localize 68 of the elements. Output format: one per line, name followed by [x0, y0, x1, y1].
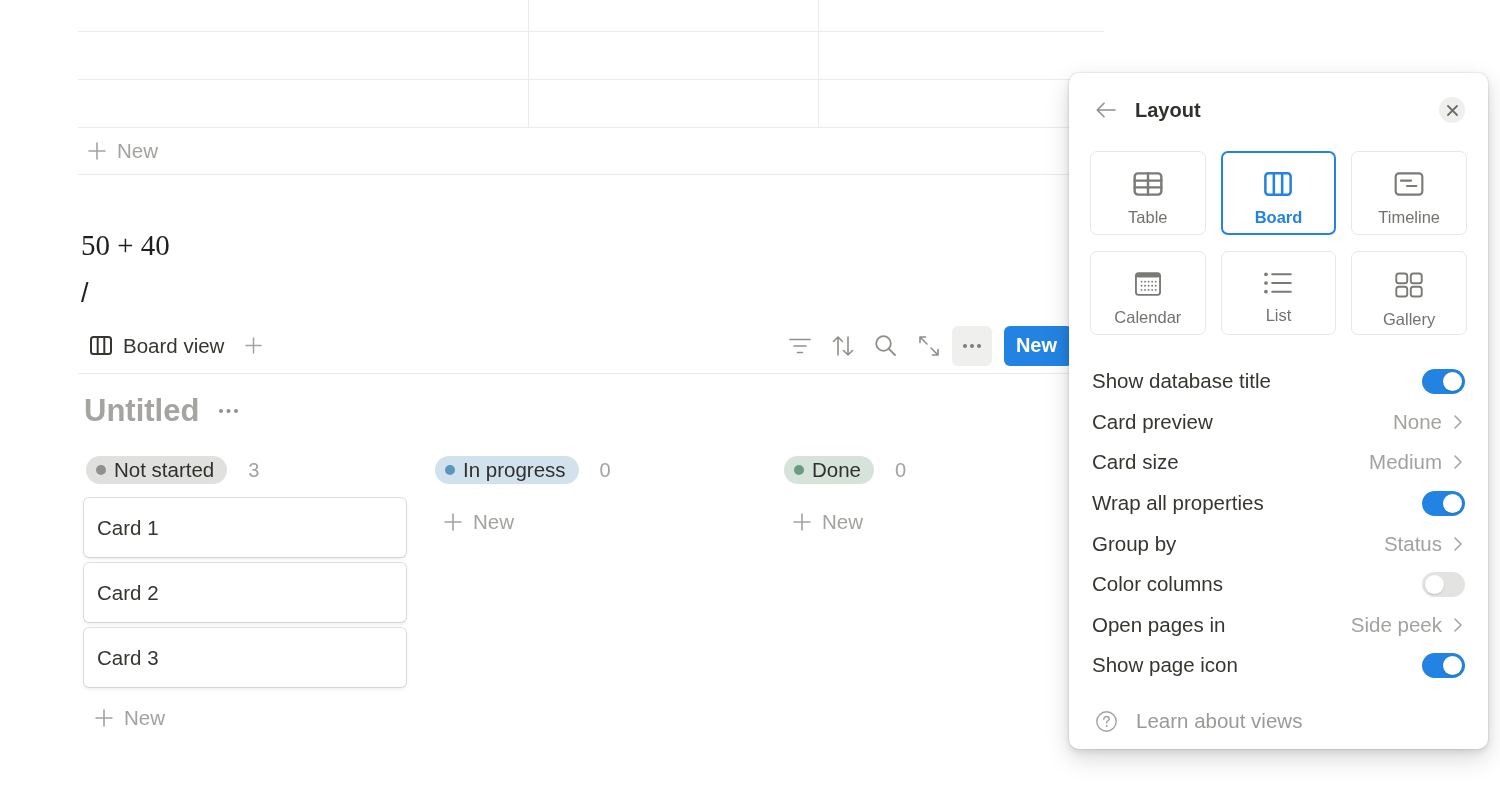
status-label: Not started — [114, 457, 215, 483]
toggle-switch[interactable] — [1422, 571, 1465, 597]
chevron-right-icon[interactable] — [1454, 536, 1462, 551]
board-card[interactable]: Card 3 — [84, 628, 406, 687]
gallery-icon — [1395, 272, 1424, 298]
group-count: 0 — [895, 458, 907, 482]
toggle-switch[interactable] — [1422, 652, 1465, 678]
search-icon[interactable] — [875, 335, 897, 356]
math-equation: 50 + 40 — [80, 228, 170, 263]
setting-label: Color columns — [1092, 572, 1224, 597]
setting-value[interactable]: Status — [1383, 531, 1442, 556]
board-card[interactable]: Card 1 — [84, 498, 406, 557]
setting-value[interactable]: Medium — [1369, 450, 1442, 475]
back-arrow-icon[interactable] — [1096, 102, 1116, 118]
new-card-button[interactable]: New — [95, 702, 165, 734]
close-icon — [1446, 104, 1458, 116]
status-label: In progress — [463, 457, 566, 483]
layout-option[interactable]: Gallery — [1351, 251, 1467, 335]
setting-label: Group by — [1092, 531, 1177, 556]
setting-label: Wrap all properties — [1092, 491, 1264, 516]
chevron-right-icon[interactable] — [1454, 414, 1462, 429]
new-card-button[interactable]: New — [444, 506, 514, 538]
toggle-switch[interactable] — [1422, 368, 1465, 394]
table-icon — [1132, 172, 1163, 196]
setting-value[interactable]: None — [1393, 409, 1442, 434]
plus-icon[interactable] — [95, 709, 113, 727]
view-tab[interactable]: Board view — [90, 332, 225, 359]
chevron-right-icon[interactable] — [1454, 455, 1462, 470]
paragraph-text: / — [80, 277, 89, 310]
sort-icon[interactable] — [831, 334, 854, 357]
more-icon[interactable] — [962, 343, 981, 348]
layout-option[interactable]: List — [1220, 251, 1337, 335]
setting-label: Card preview — [1092, 409, 1213, 434]
status-label: Done — [812, 457, 861, 483]
close-button[interactable] — [1439, 97, 1465, 123]
help-link[interactable]: Learn about views — [1136, 709, 1303, 733]
board-icon — [1264, 172, 1293, 196]
group-count: 3 — [248, 458, 260, 482]
list-icon — [1264, 272, 1293, 294]
setting-label: Open pages in — [1092, 612, 1226, 637]
layout-option[interactable]: Table — [1090, 151, 1206, 235]
toggle-switch[interactable] — [1422, 490, 1465, 516]
more-button[interactable] — [951, 325, 992, 366]
layout-option[interactable]: Calendar — [1090, 251, 1206, 335]
filter-icon[interactable] — [788, 337, 811, 354]
help-icon — [1096, 710, 1117, 732]
setting-label: Card size — [1092, 450, 1179, 475]
new-card-button[interactable]: New — [793, 506, 863, 538]
setting-value[interactable]: Side peek — [1350, 612, 1442, 637]
setting-label: Show database title — [1092, 369, 1271, 394]
plus-icon[interactable] — [793, 513, 811, 531]
calendar-icon — [1134, 272, 1161, 296]
setting-label: Show page icon — [1092, 653, 1238, 678]
panel-title: Layout — [1135, 98, 1201, 122]
new-row-button[interactable]: New — [88, 135, 158, 167]
layout-option[interactable]: Timeline — [1351, 151, 1467, 235]
chevron-right-icon[interactable] — [1454, 617, 1462, 632]
board-icon — [90, 336, 112, 355]
timeline-icon — [1394, 172, 1425, 196]
plus-icon[interactable] — [245, 337, 263, 354]
layout-option[interactable]: Board — [1220, 151, 1337, 235]
database-title: Untitled — [84, 393, 200, 429]
plus-icon[interactable] — [88, 142, 106, 160]
board-card[interactable]: Card 2 — [84, 563, 406, 622]
group-count: 0 — [599, 458, 611, 482]
plus-icon[interactable] — [444, 513, 462, 531]
more-icon[interactable] — [219, 409, 239, 413]
expand-icon[interactable] — [918, 335, 939, 356]
